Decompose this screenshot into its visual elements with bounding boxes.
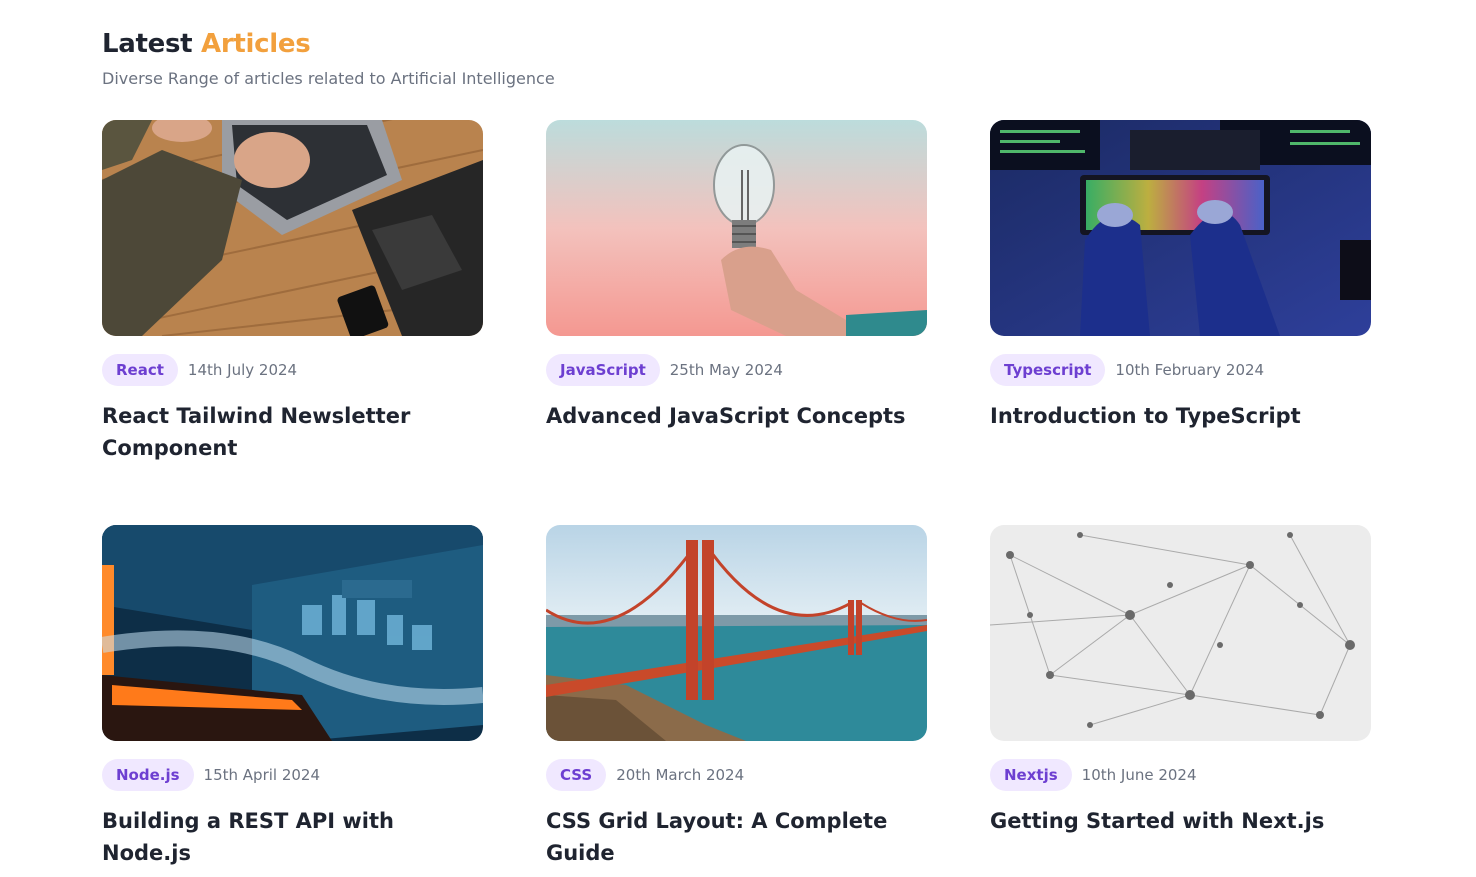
publish-date: 14th July 2024 [187, 361, 298, 379]
category-tag[interactable]: CSS [546, 759, 607, 791]
article-image-network[interactable] [990, 525, 1371, 741]
section-title: Latest Articles [102, 28, 555, 60]
publish-date: 15th April 2024 [203, 766, 321, 784]
title-main: Latest [102, 29, 193, 59]
article-image-keyboard[interactable] [990, 120, 1371, 336]
article-card[interactable]: CSS 20th March 2024 CSS Grid Layout: A C… [546, 525, 927, 869]
article-title[interactable]: Advanced JavaScript Concepts [546, 400, 927, 432]
article-card[interactable]: Node.js 15th April 2024 Building a REST … [102, 525, 483, 869]
article-card[interactable]: React 14th July 2024 React Tailwind News… [102, 120, 483, 464]
article-title[interactable]: CSS Grid Layout: A Complete Guide [546, 805, 927, 869]
category-tag[interactable]: React [102, 354, 178, 386]
category-tag[interactable]: Nextjs [990, 759, 1072, 791]
publish-date: 20th March 2024 [616, 766, 745, 784]
article-meta: Nextjs 10th June 2024 [990, 759, 1371, 791]
article-card[interactable]: JavaScript 25th May 2024 Advanced JavaSc… [546, 120, 927, 432]
category-tag[interactable]: JavaScript [546, 354, 660, 386]
category-tag[interactable]: Node.js [102, 759, 194, 791]
article-meta: Node.js 15th April 2024 [102, 759, 483, 791]
category-tag[interactable]: Typescript [990, 354, 1106, 386]
article-image-bridge[interactable] [546, 525, 927, 741]
publish-date: 25th May 2024 [669, 361, 783, 379]
section-header: Latest Articles Diverse Range of article… [102, 28, 555, 90]
article-meta: Typescript 10th February 2024 [990, 354, 1371, 386]
article-title[interactable]: React Tailwind Newsletter Component [102, 400, 483, 464]
article-title[interactable]: Getting Started with Next.js [990, 805, 1371, 837]
section-subtitle: Diverse Range of articles related to Art… [102, 69, 555, 88]
publish-date: 10th June 2024 [1081, 766, 1197, 784]
article-meta: JavaScript 25th May 2024 [546, 354, 927, 386]
article-card[interactable]: Nextjs 10th June 2024 Getting Started wi… [990, 525, 1371, 837]
article-image-motherboard[interactable] [102, 525, 483, 741]
publish-date: 10th February 2024 [1115, 361, 1265, 379]
article-image-lightbulb[interactable] [546, 120, 927, 336]
article-title[interactable]: Introduction to TypeScript [990, 400, 1371, 432]
title-accent: Articles [201, 29, 311, 59]
article-title[interactable]: Building a REST API with Node.js [102, 805, 483, 869]
article-meta: React 14th July 2024 [102, 354, 483, 386]
article-card[interactable]: Typescript 10th February 2024 Introducti… [990, 120, 1371, 432]
article-image-laptop[interactable] [102, 120, 483, 336]
article-meta: CSS 20th March 2024 [546, 759, 927, 791]
